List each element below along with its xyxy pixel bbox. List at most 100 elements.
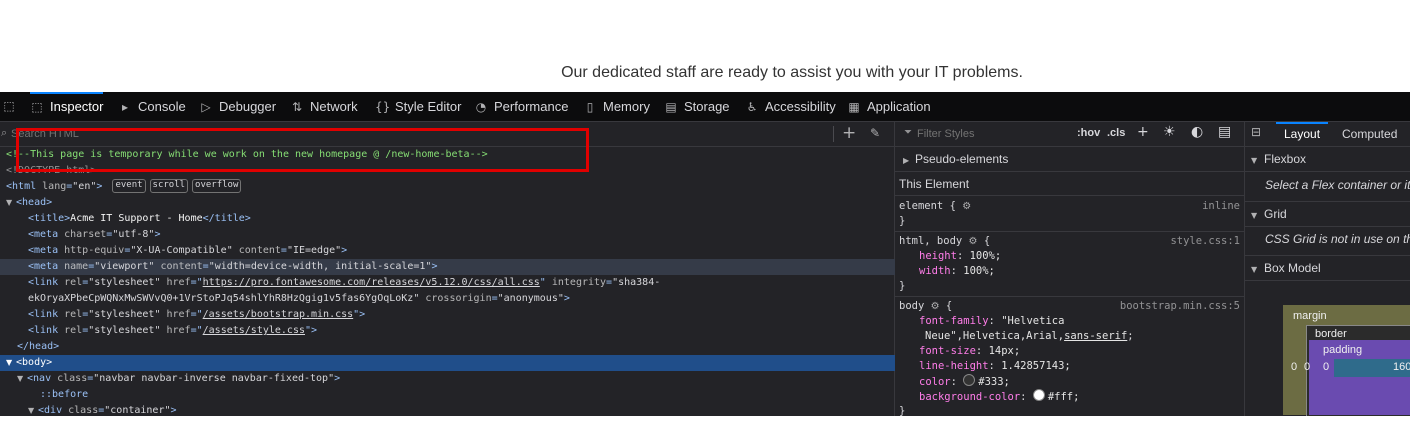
- tab-application[interactable]: ▦ Application: [847, 92, 931, 121]
- print-media-icon[interactable]: ▤: [1218, 124, 1231, 140]
- tree-node-title[interactable]: <title>Acme IT Support - Home</title>: [0, 211, 922, 227]
- selector-text: body: [899, 300, 925, 312]
- tab-computed[interactable]: Computed: [1342, 122, 1397, 146]
- rule-source-link[interactable]: style.css:1: [1170, 234, 1240, 249]
- box-model-section-header[interactable]: ▼ Box Model: [1245, 255, 1410, 281]
- html-body-rule: html, body ⚙ { style.css:1 height: 100%;…: [895, 232, 1244, 297]
- gear-icon[interactable]: ⚙: [931, 301, 940, 312]
- attr-name: content: [160, 261, 203, 272]
- declaration-font-size[interactable]: font-size: 14px;: [919, 344, 1020, 359]
- element-picker-icon[interactable]: ⬚: [0, 92, 18, 121]
- expand-triangle-icon[interactable]: ▼: [6, 195, 16, 211]
- tag-name: title: [214, 213, 245, 224]
- tree-node-nav[interactable]: ▼ <nav class="navbar navbar-inverse navba…: [0, 371, 911, 387]
- property-value: #fff;: [1047, 391, 1080, 403]
- flexbox-message: Select a Flex container or item to conti…: [1265, 178, 1410, 192]
- hov-button[interactable]: :hov: [1077, 127, 1100, 139]
- tab-style-editor[interactable]: {} Style Editor: [375, 92, 461, 121]
- tab-console[interactable]: ▸ Console: [118, 92, 186, 121]
- html-tree: <!--This page is temporary while we work…: [0, 147, 922, 416]
- toggle-sidebar-icon[interactable]: ⊟: [1251, 125, 1261, 139]
- pseudo-elements-toggle[interactable]: ▶ Pseudo-elements: [895, 147, 1244, 172]
- eyedropper-icon[interactable]: ✎: [870, 126, 880, 140]
- rule-source-link[interactable]: bootstrap.min.css:5: [1120, 299, 1240, 314]
- add-node-icon[interactable]: +: [842, 123, 856, 143]
- attr-name: lang: [42, 181, 67, 192]
- tab-label: Application: [867, 99, 931, 114]
- tree-node-doctype[interactable]: <!DOCTYPE html>: [0, 163, 900, 179]
- expand-triangle-icon[interactable]: ▼: [28, 403, 38, 419]
- gear-icon[interactable]: ⚙: [962, 201, 971, 212]
- tab-performance[interactable]: ◔ Performance: [474, 92, 569, 121]
- expand-triangle-icon[interactable]: ▼: [6, 355, 16, 371]
- tree-node-html[interactable]: <html lang="en"> event scroll overflow: [0, 179, 900, 195]
- toolbar-divider: [833, 126, 834, 142]
- tab-accessibility[interactable]: ♿ Accessibility: [745, 92, 836, 121]
- declaration-font-family-cont[interactable]: Neue",Helvetica,Arial,sans-serif;: [925, 329, 1134, 344]
- margin-left-value[interactable]: 0: [1291, 361, 1297, 373]
- tab-storage[interactable]: ▤ Storage: [664, 92, 729, 121]
- tree-node-comment[interactable]: <!--This page is temporary while we work…: [0, 147, 900, 163]
- tag-name: body: [22, 357, 47, 368]
- expand-triangle-icon: ▼: [1251, 211, 1258, 220]
- tree-node-meta-http-equiv[interactable]: <meta http-equiv="X-UA-Compatible" conte…: [0, 243, 922, 259]
- filter-styles-input[interactable]: [917, 125, 1057, 143]
- gear-icon[interactable]: ⚙: [969, 236, 978, 247]
- tab-memory[interactable]: ▯ Memory: [583, 92, 650, 121]
- devtools-panel: ⬚ ⬚ Inspector ▸ Console ▷ Debugger ⇅ Network…: [0, 92, 1410, 417]
- tab-inspector[interactable]: ⬚ Inspector: [30, 92, 104, 121]
- style-link[interactable]: /assets/style.css: [203, 325, 305, 336]
- rule-close: }: [899, 280, 906, 292]
- content-size-value: 1600: [1393, 361, 1410, 373]
- tree-node-head-close[interactable]: </head>: [0, 339, 911, 355]
- border-left-value[interactable]: 0: [1304, 361, 1310, 373]
- tree-node-link-style[interactable]: <link rel="stylesheet" href="/assets/sty…: [0, 323, 922, 339]
- rule-selector[interactable]: element { ⚙: [899, 199, 971, 214]
- tree-node-link-bootstrap[interactable]: <link rel="stylesheet" href="/assets/boo…: [0, 307, 922, 323]
- grid-section-header[interactable]: ▼ Grid: [1245, 201, 1410, 227]
- flexbox-section-header[interactable]: ▼ Flexbox: [1245, 147, 1410, 172]
- light-mode-icon[interactable]: ☀: [1163, 124, 1176, 140]
- expand-triangle-icon[interactable]: ▼: [17, 371, 27, 387]
- declaration-width[interactable]: width: 100%;: [919, 264, 995, 279]
- tab-label: Network: [310, 99, 358, 114]
- fontawesome-link[interactable]: https://pro.fontawesome.com/releases/v5.…: [203, 277, 540, 288]
- dark-mode-icon[interactable]: ◐: [1191, 124, 1203, 140]
- tree-node-head[interactable]: ▼ <head>: [0, 195, 900, 211]
- tree-node-before[interactable]: ::before: [0, 387, 934, 403]
- overflow-badge[interactable]: overflow: [192, 179, 242, 193]
- tree-node-body-selected[interactable]: ▼ <body>: [0, 355, 900, 371]
- cls-button[interactable]: .cls: [1107, 127, 1125, 139]
- event-badge[interactable]: event: [112, 179, 146, 193]
- tree-node-link-fontawesome-cont[interactable]: ekOryaXPbeCpWQNxMwSWVvQ0+1VrStoPJq54shlY…: [0, 291, 922, 307]
- declaration-font-family[interactable]: font-family: "Helvetica: [919, 314, 1064, 329]
- attr-value: "utf-8": [112, 229, 155, 240]
- tab-layout[interactable]: Layout: [1275, 122, 1329, 146]
- attr-value: "viewport": [94, 261, 155, 272]
- search-html-input[interactable]: [11, 125, 811, 143]
- color-swatch[interactable]: [963, 374, 976, 386]
- webpage-viewport: Our dedicated staff are ready to assist …: [0, 0, 1410, 92]
- declaration-background-color[interactable]: background-color: #fff;: [919, 389, 1079, 404]
- padding-label: padding: [1323, 344, 1363, 356]
- tree-node-div-container[interactable]: ▼ <div class="container">: [0, 403, 922, 419]
- add-rule-icon[interactable]: +: [1137, 124, 1149, 140]
- bootstrap-link[interactable]: /assets/bootstrap.min.css: [203, 309, 354, 320]
- rule-selector[interactable]: body ⚙ {: [899, 299, 952, 314]
- declaration-height[interactable]: height: 100%;: [919, 249, 1001, 264]
- tree-node-link-fontawesome[interactable]: <link rel="stylesheet" href="https://pro…: [0, 275, 922, 291]
- tab-network[interactable]: ⇅ Network: [290, 92, 358, 121]
- rule-selector[interactable]: html, body ⚙ {: [899, 234, 990, 249]
- color-swatch[interactable]: [1032, 389, 1045, 401]
- font-used-value: sans-serif: [1064, 330, 1128, 342]
- tree-node-meta-charset[interactable]: <meta charset="utf-8">: [0, 227, 922, 243]
- attr-value: "anonymous": [497, 293, 564, 304]
- declaration-line-height[interactable]: line-height: 1.42857143;: [919, 359, 1071, 374]
- tab-label: Debugger: [219, 99, 277, 114]
- declaration-color[interactable]: color: #333;: [919, 374, 1010, 389]
- tree-node-meta-viewport[interactable]: <meta name="viewport" content="width=dev…: [0, 259, 922, 275]
- tab-debugger[interactable]: ▷ Debugger: [199, 92, 276, 121]
- section-label: Box Model: [1264, 261, 1321, 275]
- scroll-badge[interactable]: scroll: [149, 179, 189, 193]
- padding-left-value[interactable]: 0: [1323, 361, 1329, 373]
